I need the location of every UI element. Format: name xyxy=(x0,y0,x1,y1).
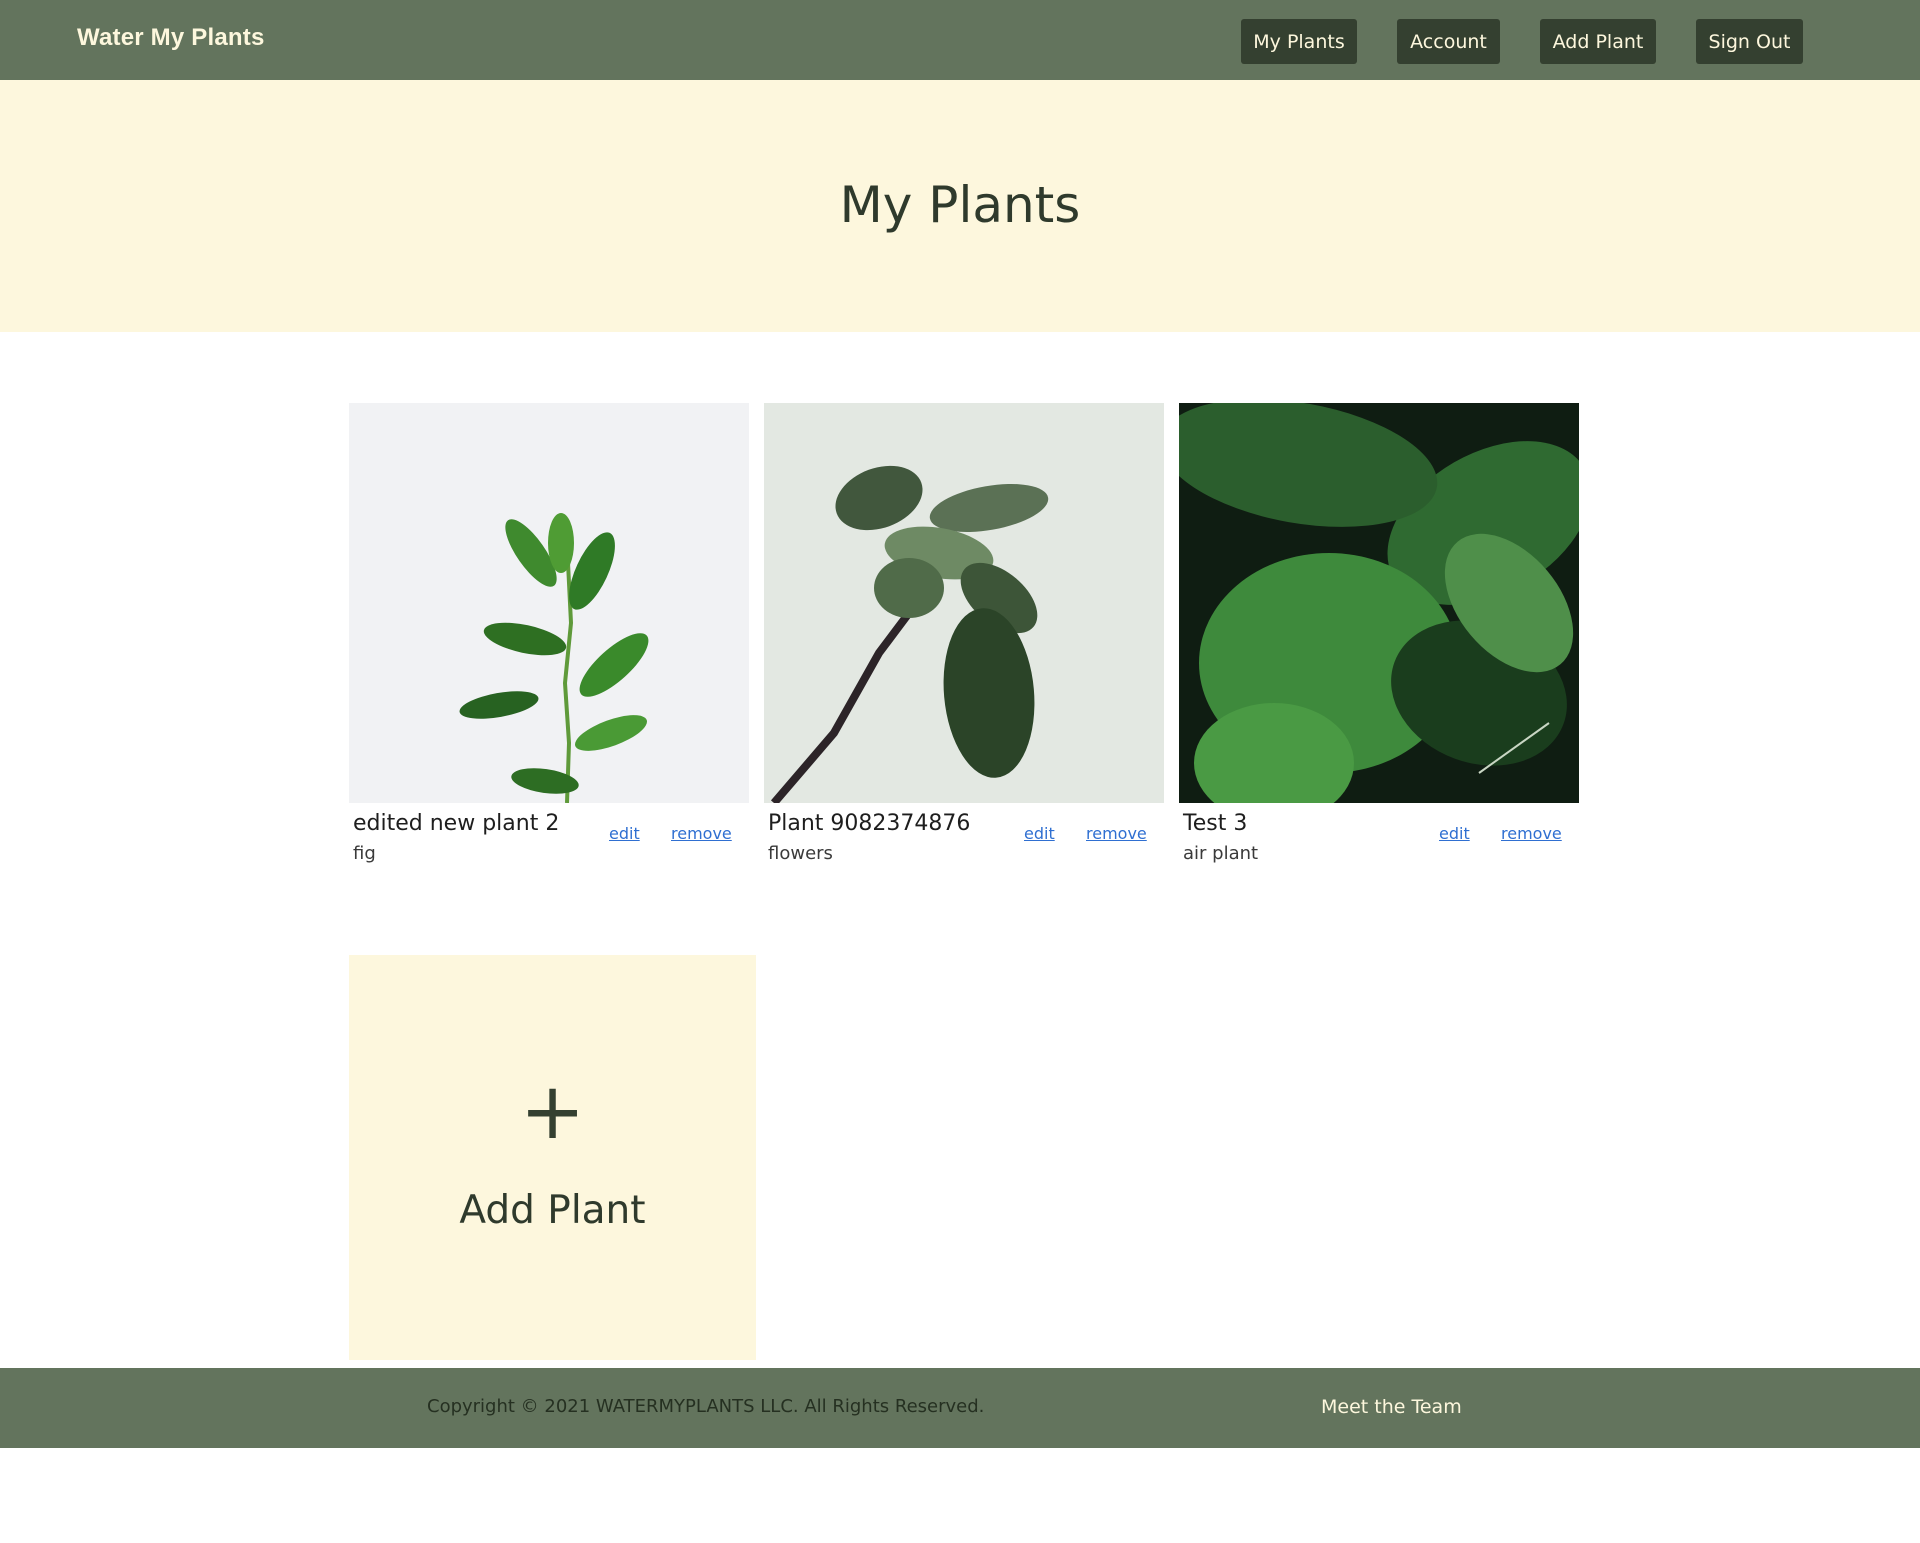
plant-species: flowers xyxy=(768,843,833,864)
plant-photo xyxy=(764,403,1164,803)
plant-photo xyxy=(1179,403,1579,803)
plant-name: Test 3 xyxy=(1183,811,1248,836)
edit-link[interactable]: edit xyxy=(1439,824,1470,843)
plant-name: edited new plant 2 xyxy=(353,811,560,836)
copyright-text: Copyright © 2021 WATERMYPLANTS LLC. All … xyxy=(427,1396,985,1417)
remove-link[interactable]: remove xyxy=(1501,824,1562,843)
page-title: My Plants xyxy=(839,176,1081,234)
add-plant-label: Add Plant xyxy=(459,1188,646,1233)
plant-card: Plant 9082374876 flowers edit remove xyxy=(764,403,1164,873)
plant-card: edited new plant 2 fig edit remove xyxy=(349,403,749,873)
nav-my-plants-button[interactable]: My Plants xyxy=(1241,19,1357,64)
plant-species: air plant xyxy=(1183,843,1259,864)
nav-account-button[interactable]: Account xyxy=(1397,19,1500,64)
plant-photo xyxy=(349,403,749,803)
remove-link[interactable]: remove xyxy=(1086,824,1147,843)
plant-name: Plant 9082374876 xyxy=(768,811,971,836)
edit-link[interactable]: edit xyxy=(1024,824,1055,843)
meet-the-team-link[interactable]: Meet the Team xyxy=(1321,1396,1462,1418)
plus-icon: + xyxy=(519,1067,586,1157)
remove-link[interactable]: remove xyxy=(671,824,732,843)
nav-add-plant-button[interactable]: Add Plant xyxy=(1540,19,1656,64)
add-plant-tile[interactable]: + Add Plant xyxy=(349,955,756,1360)
plant-card: Test 3 air plant edit remove xyxy=(1179,403,1579,873)
nav-sign-out-button[interactable]: Sign Out xyxy=(1696,19,1803,64)
top-navbar: Water My Plants My Plants Account Add Pl… xyxy=(0,0,1920,80)
hero-banner: My Plants xyxy=(0,80,1920,332)
brand-logo-text[interactable]: Water My Plants xyxy=(77,24,265,52)
footer: Copyright © 2021 WATERMYPLANTS LLC. All … xyxy=(0,1368,1920,1448)
edit-link[interactable]: edit xyxy=(609,824,640,843)
plant-species: fig xyxy=(353,843,376,864)
